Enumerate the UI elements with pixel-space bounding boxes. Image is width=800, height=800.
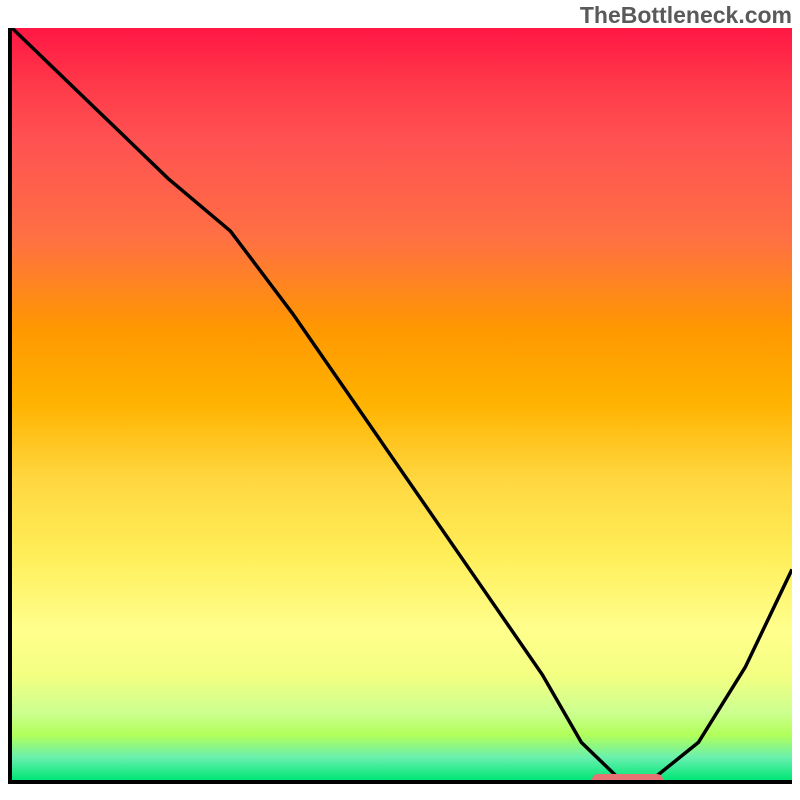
watermark-text: TheBottleneck.com (580, 2, 792, 29)
curve-path (12, 28, 792, 780)
plot-area (8, 28, 792, 784)
optimal-range-marker (592, 774, 663, 784)
chart-container: TheBottleneck.com (0, 0, 800, 800)
bottleneck-curve (12, 28, 792, 780)
